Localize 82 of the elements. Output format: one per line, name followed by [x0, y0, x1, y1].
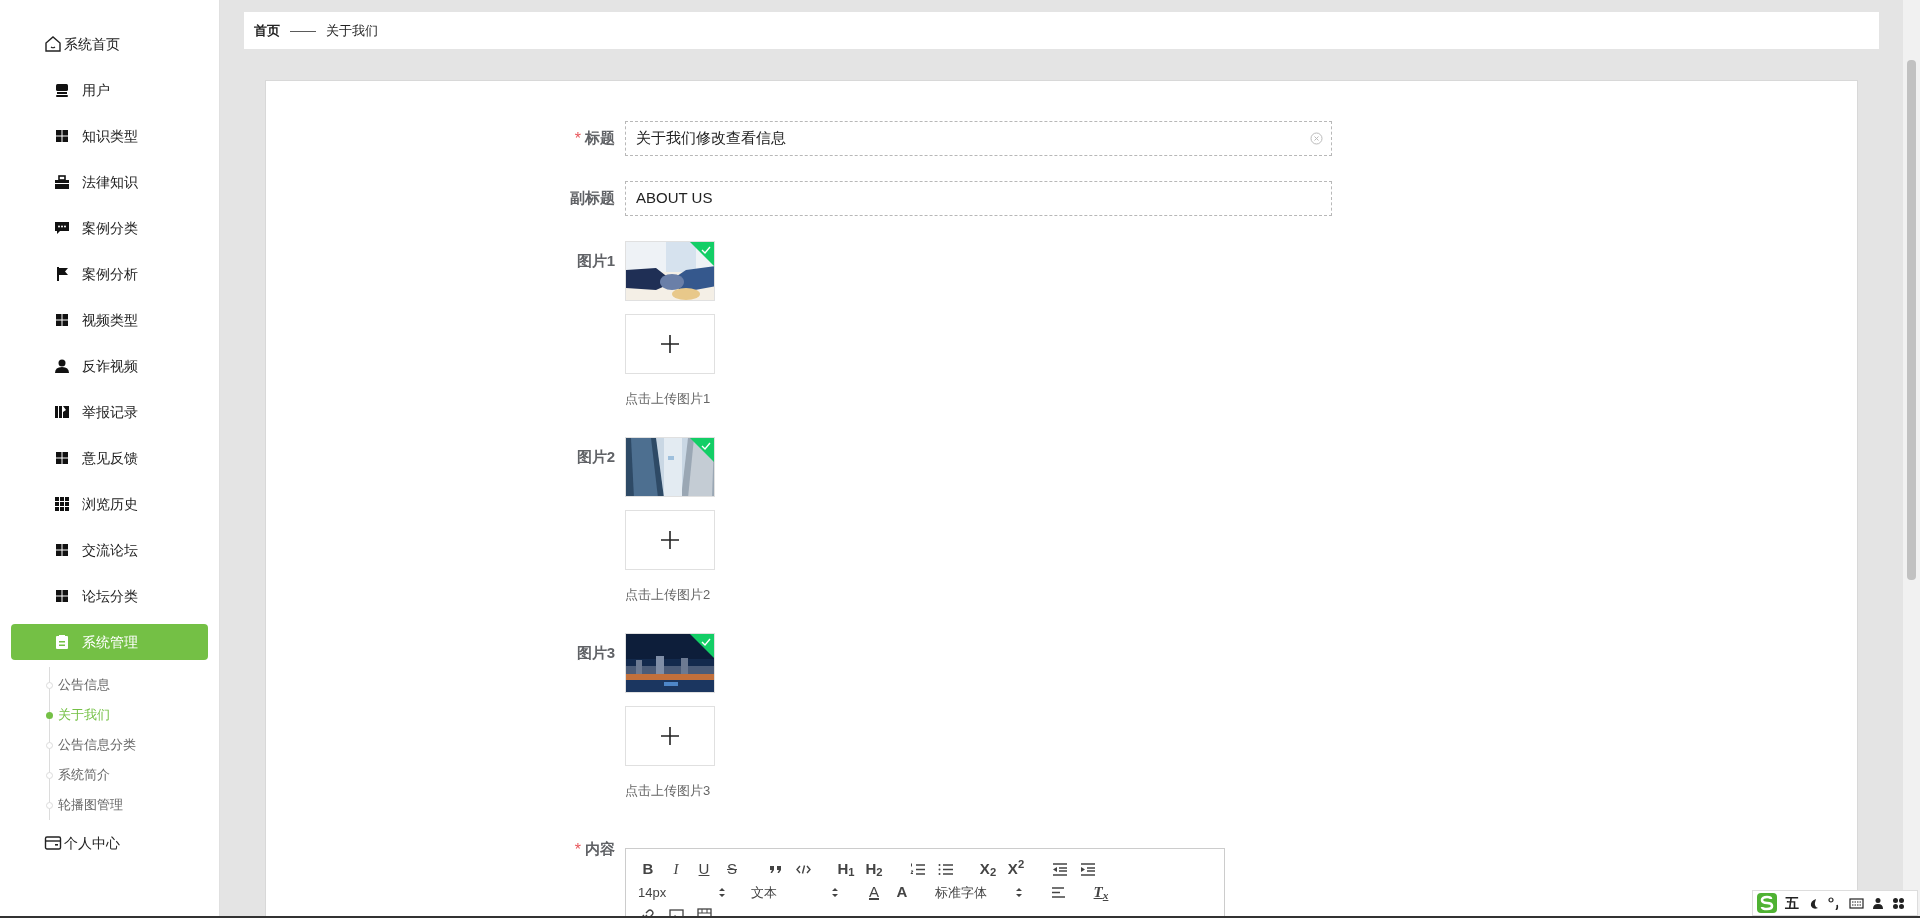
sidebar-item[interactable]: 案例分类: [0, 217, 138, 239]
upload-hint: 点击上传图片3: [625, 782, 712, 800]
submenu-item[interactable]: 轮播图管理: [58, 795, 123, 815]
text-field[interactable]: 关于我们修改查看信息: [625, 121, 1332, 156]
sidebar-item[interactable]: 知识类型: [0, 125, 138, 147]
punctuation-icon[interactable]: [1828, 896, 1841, 910]
underline-button[interactable]: U: [690, 858, 718, 881]
breadcrumb-link[interactable]: 首页: [254, 20, 280, 41]
outdent-icon[interactable]: [1050, 861, 1068, 878]
field-label: 副标题: [570, 188, 615, 209]
numbered-list-icon[interactable]: [908, 861, 926, 878]
dropdown-picker[interactable]: 文本: [747, 881, 845, 904]
sidebar-item[interactable]: 浏览历史: [0, 493, 138, 515]
field-label: 图片2: [576, 447, 615, 467]
sidebar-item[interactable]: 举报记录: [0, 401, 138, 423]
grid-icon: [54, 588, 70, 604]
plus-icon: [660, 530, 680, 550]
submenu-item[interactable]: 公告信息分类: [58, 735, 136, 755]
ime-mode[interactable]: 五: [1785, 892, 1799, 914]
wallet-icon: [44, 834, 62, 852]
ime-logo-icon: [1757, 893, 1777, 913]
heading-button[interactable]: H$_{1}$: [832, 858, 860, 881]
field-label: 图片3: [576, 643, 615, 663]
dropdown-picker[interactable]: 标准字体: [931, 881, 1029, 904]
dropdown-picker[interactable]: 14px: [634, 881, 732, 904]
sidebar-item[interactable]: 法律知识: [0, 171, 138, 193]
sidebar-item[interactable]: 交流论坛: [0, 539, 138, 561]
indent-icon[interactable]: [1078, 861, 1096, 878]
grid-icon: [54, 312, 70, 328]
submenu-item[interactable]: 公告信息: [58, 675, 110, 695]
flag-icon: [54, 266, 70, 282]
heading-button[interactable]: H$_{2}$: [860, 858, 888, 881]
scrollbar-thumb[interactable]: [1907, 60, 1916, 580]
scrollbar[interactable]: [1903, 0, 1920, 916]
sidebar-item[interactable]: 论坛分类: [0, 585, 138, 607]
bullet-list-icon[interactable]: [936, 861, 954, 878]
submenu-item[interactable]: 系统简介: [58, 765, 110, 785]
strikethrough-button[interactable]: S: [718, 858, 746, 881]
grid-icon: [54, 128, 70, 144]
plus-icon: [660, 726, 680, 746]
text-color-button[interactable]: A: [860, 881, 888, 904]
breadcrumb-separator: ——: [290, 21, 316, 40]
sidebar-item[interactable]: 系统首页: [0, 33, 120, 55]
toolbox-icon[interactable]: [1892, 896, 1905, 910]
sidebar-item[interactable]: 意见反馈: [0, 447, 138, 469]
plus-icon: [660, 334, 680, 354]
align-icon[interactable]: [1049, 884, 1067, 901]
person-icon: [54, 358, 70, 374]
grid-icon: [54, 542, 70, 558]
required-asterisk: *: [574, 128, 581, 149]
field-label: 图片1: [576, 251, 615, 271]
sort-caret-icon: [718, 887, 726, 898]
upload-hint: 点击上传图片1: [625, 390, 712, 408]
grid-icon: [54, 450, 70, 466]
upload-hint: 点击上传图片2: [625, 586, 712, 604]
books-icon: [54, 404, 70, 420]
card-icon: [54, 82, 70, 98]
sidebar-item[interactable]: 用户: [0, 79, 110, 101]
field-label: 标题: [585, 128, 615, 149]
sidebar-item[interactable]: 个人中心: [0, 832, 120, 854]
grid-icon: [54, 496, 70, 512]
sidebar-item[interactable]: 视频类型: [0, 309, 138, 331]
briefcase-icon: [54, 174, 70, 190]
field-label: 内容: [585, 839, 615, 859]
clear-format-button[interactable]: T$_{x}$: [1087, 881, 1115, 904]
sidebar-item[interactable]: 反诈视频: [0, 355, 138, 377]
script-button[interactable]: X$_{2}$: [974, 858, 1002, 881]
bold-button[interactable]: B: [634, 858, 662, 881]
italic-button[interactable]: I: [662, 858, 690, 881]
keyboard-icon[interactable]: [1849, 896, 1864, 910]
text-field[interactable]: ABOUT US: [625, 181, 1332, 216]
required-asterisk: *: [574, 840, 581, 860]
person-icon[interactable]: [1872, 896, 1884, 910]
breadcrumb-current: 关于我们: [326, 21, 378, 40]
sidebar-item[interactable]: 案例分析: [0, 263, 138, 285]
sort-caret-icon: [1015, 887, 1023, 898]
script-button[interactable]: X$^{2}$: [1002, 858, 1030, 881]
home-icon: [44, 35, 62, 53]
clipboard-icon: [54, 634, 70, 650]
chat-icon: [54, 220, 70, 236]
background-color-button[interactable]: A: [888, 881, 916, 904]
sort-caret-icon: [831, 887, 839, 898]
